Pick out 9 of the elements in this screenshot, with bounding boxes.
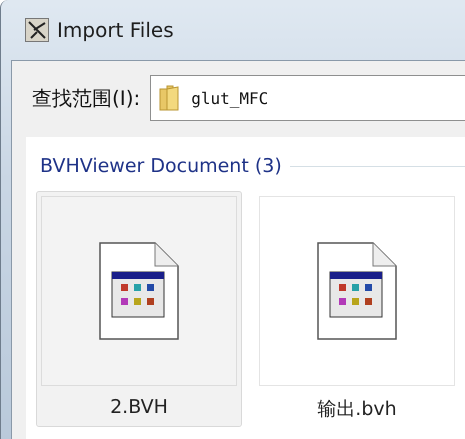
app-icon: [25, 18, 49, 42]
group-header: BVHViewer Document (3): [40, 155, 282, 177]
document-icon: [317, 242, 397, 340]
file-item[interactable]: 2.BVH: [36, 191, 242, 427]
look-in-label: 查找范围(I):: [32, 84, 140, 112]
look-in-dropdown[interactable]: glut_MFC: [150, 75, 465, 121]
document-icon: [99, 242, 179, 340]
folder-icon: [159, 85, 180, 111]
window-title: Import Files: [57, 18, 174, 42]
